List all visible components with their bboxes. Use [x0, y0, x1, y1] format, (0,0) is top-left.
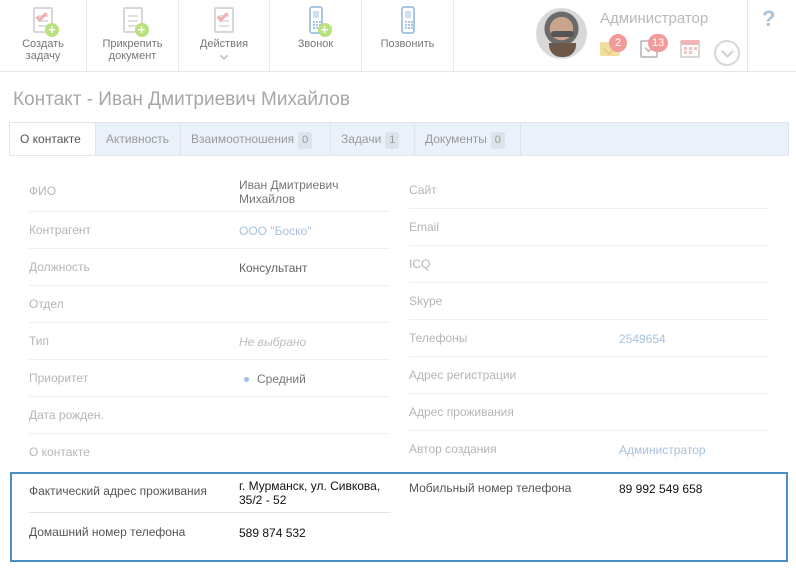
tab-relations[interactable]: Взаимоотношения 0 [181, 123, 331, 155]
tab-label: Активность [106, 132, 170, 146]
user-panel: Администратор 2 13 [530, 0, 748, 71]
field-row-priority: Приоритет Средний [29, 360, 389, 397]
call-button[interactable]: + Звонок [270, 0, 362, 71]
field-row-type: Тип Не выбрано [29, 323, 389, 360]
tab-label: Документы [425, 132, 487, 146]
field-value: Иван Дмитриевич Михайлов [239, 178, 339, 206]
document-add-icon: + [120, 6, 149, 37]
user-name[interactable]: Администратор [600, 10, 708, 27]
mail-count-badge: 2 [609, 34, 627, 52]
field-row-about: О контакте [29, 434, 389, 471]
mobile-phone-label: Мобильный номер телефона [409, 481, 572, 495]
tab-label: Взаимоотношения [191, 132, 295, 146]
task-count-badge: 13 [648, 34, 669, 52]
calendar-icon[interactable] [680, 40, 700, 58]
tab-documents[interactable]: Документы 0 [415, 123, 521, 155]
field-label: Skype [409, 294, 443, 308]
phone-add-icon: + [303, 6, 332, 37]
field-label: ICQ [409, 257, 431, 271]
field-label: Адрес регистрации [409, 368, 517, 382]
field-row-registration-address: Адрес регистрации [409, 357, 769, 394]
field-value[interactable]: Не выбрано [239, 335, 306, 349]
phone-icon [395, 6, 421, 36]
phone-link[interactable]: 2549654 [619, 332, 666, 346]
user-menu-chevron-icon[interactable] [714, 40, 740, 66]
counterparty-link[interactable]: ООО "Боско" [239, 224, 311, 238]
actions-label: Действия [199, 38, 249, 50]
priority-dot-icon [244, 377, 249, 383]
home-phone-value: 589 874 532 [239, 526, 306, 540]
field-value: Консультант [239, 261, 308, 275]
field-row-email: Email [409, 209, 769, 246]
actual-address-value: г. Мурманск, ул. Сивкова, 35/2 - 52 [239, 479, 381, 507]
field-label: Телефоны [409, 331, 468, 345]
field-row-fio: ФИО Иван Дмитриевич Михайлов [29, 174, 389, 212]
tab-count: 0 [298, 132, 313, 149]
highlighted-fields: Фактический адрес проживания г. Мурманск… [10, 472, 788, 562]
field-row-site: Сайт [409, 172, 769, 209]
actions-button[interactable]: Действия [179, 0, 270, 71]
attach-document-label: Прикрепить документ [102, 38, 163, 62]
dial-button[interactable]: Позвонить [362, 0, 454, 71]
field-label: О контакте [29, 445, 90, 459]
task-add-icon: + [30, 6, 59, 37]
call-label: Звонок [297, 38, 334, 50]
chevron-down-icon [219, 51, 229, 61]
field-label: Приоритет [29, 371, 89, 385]
create-task-button[interactable]: + Создать задачу [0, 0, 87, 71]
field-label: Сайт [409, 183, 437, 197]
divider [29, 512, 391, 513]
field-row-department: Отдел [29, 286, 389, 323]
priority-value: Средний [244, 372, 306, 386]
tab-count: 1 [385, 132, 400, 149]
avatar[interactable] [536, 8, 587, 59]
help-icon[interactable]: ? [762, 6, 775, 32]
field-label: Автор создания [409, 442, 497, 456]
field-row-phones: Телефоны 2549654 [409, 320, 769, 357]
home-phone-label: Домашний номер телефона [29, 525, 186, 539]
field-row-position: Должность Консультант [29, 249, 389, 286]
field-row-counterparty: Контрагент ООО "Боско" [29, 212, 389, 249]
tab-about[interactable]: О контакте [10, 123, 96, 156]
checklist-icon [211, 6, 237, 36]
tab-bar: О контакте Активность Взаимоотношения 0 З… [9, 122, 789, 156]
field-label: Email [409, 220, 440, 234]
field-row-icq: ICQ [409, 246, 769, 283]
field-label: Дата рожден. [29, 408, 104, 422]
toolbar: + Создать задачу + Прикрепить документ Д… [0, 0, 796, 72]
tab-count: 0 [490, 132, 505, 149]
field-row-living-address: Адрес проживания [409, 394, 769, 431]
tab-label: Задачи [341, 132, 382, 146]
tab-label: О контакте [20, 132, 81, 146]
field-value: Средний [257, 372, 306, 386]
field-label: Должность [29, 260, 90, 274]
actual-address-label: Фактический адрес проживания [29, 484, 207, 498]
mobile-phone-value: 89 992 549 658 [619, 482, 703, 496]
create-task-label: Создать задачу [22, 38, 64, 62]
tab-tasks[interactable]: Задачи 1 [331, 123, 415, 155]
field-row-author: Автор создания Администратор [409, 431, 769, 468]
dial-label: Позвонить [380, 38, 435, 50]
field-label: Тип [29, 334, 50, 348]
page-title: Контакт - Иван Дмитриевич Михайлов [13, 89, 350, 110]
field-label: Контрагент [29, 223, 92, 237]
author-link[interactable]: Администратор [619, 443, 706, 457]
field-label: Отдел [29, 297, 64, 311]
tab-activity[interactable]: Активность [96, 123, 181, 155]
field-row-birthdate: Дата рожден. [29, 397, 389, 434]
field-label: ФИО [29, 184, 57, 198]
field-label: Адрес проживания [409, 405, 514, 419]
field-row-skype: Skype [409, 283, 769, 320]
attach-document-button[interactable]: + Прикрепить документ [87, 0, 179, 71]
